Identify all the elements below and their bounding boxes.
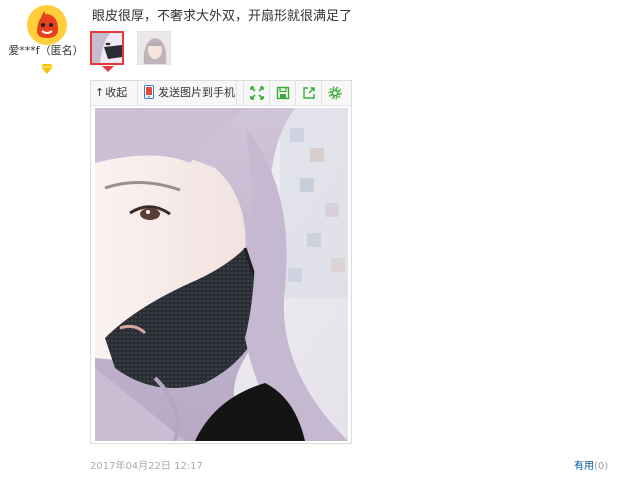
review-photo-large[interactable] <box>95 108 348 441</box>
collapse-button[interactable]: ↑收起 <box>95 81 127 105</box>
active-thumbnail-pointer <box>102 66 114 72</box>
save-photo-button[interactable] <box>269 81 295 105</box>
useful-count: (0) <box>594 461 609 472</box>
settings-icon <box>328 86 342 100</box>
photo-thumbnail-image <box>92 33 122 63</box>
send-to-phone-label: 发送图片到手机 <box>158 86 235 99</box>
photo-thumbnail-image <box>138 32 170 64</box>
send-to-phone-button[interactable]: 发送图片到手机 <box>137 81 237 105</box>
review-photo-image <box>95 108 348 441</box>
photo-settings-button[interactable] <box>321 81 347 105</box>
photo-toolbar: ↑收起 发送图片到手机 <box>91 81 351 106</box>
review-date: 2017年04月22日 12:17 <box>90 461 203 472</box>
member-diamond-icon <box>41 59 53 74</box>
phone-icon <box>144 84 154 99</box>
collapse-label: 收起 <box>105 86 128 99</box>
collapse-arrow-icon: ↑ <box>95 86 105 99</box>
useful-label: 有用 <box>574 461 594 472</box>
review-photo-thumbnail-1[interactable] <box>90 31 124 65</box>
useful-button[interactable]: 有用(0) <box>574 457 608 472</box>
save-icon <box>276 86 290 100</box>
review-photo-thumbnail-2[interactable] <box>137 31 171 65</box>
photo-viewer: ↑收起 发送图片到手机 <box>90 80 352 444</box>
expand-icon <box>250 86 264 100</box>
share-icon <box>303 87 315 99</box>
review-text: 眼皮很厚，不奢求大外双，开扇形就很满足了 <box>92 9 353 24</box>
reviewer-name: 爱***f（匿名） <box>8 44 84 57</box>
user-avatar[interactable] <box>27 5 67 45</box>
fullscreen-button[interactable] <box>243 81 269 105</box>
share-photo-button[interactable] <box>295 81 321 105</box>
